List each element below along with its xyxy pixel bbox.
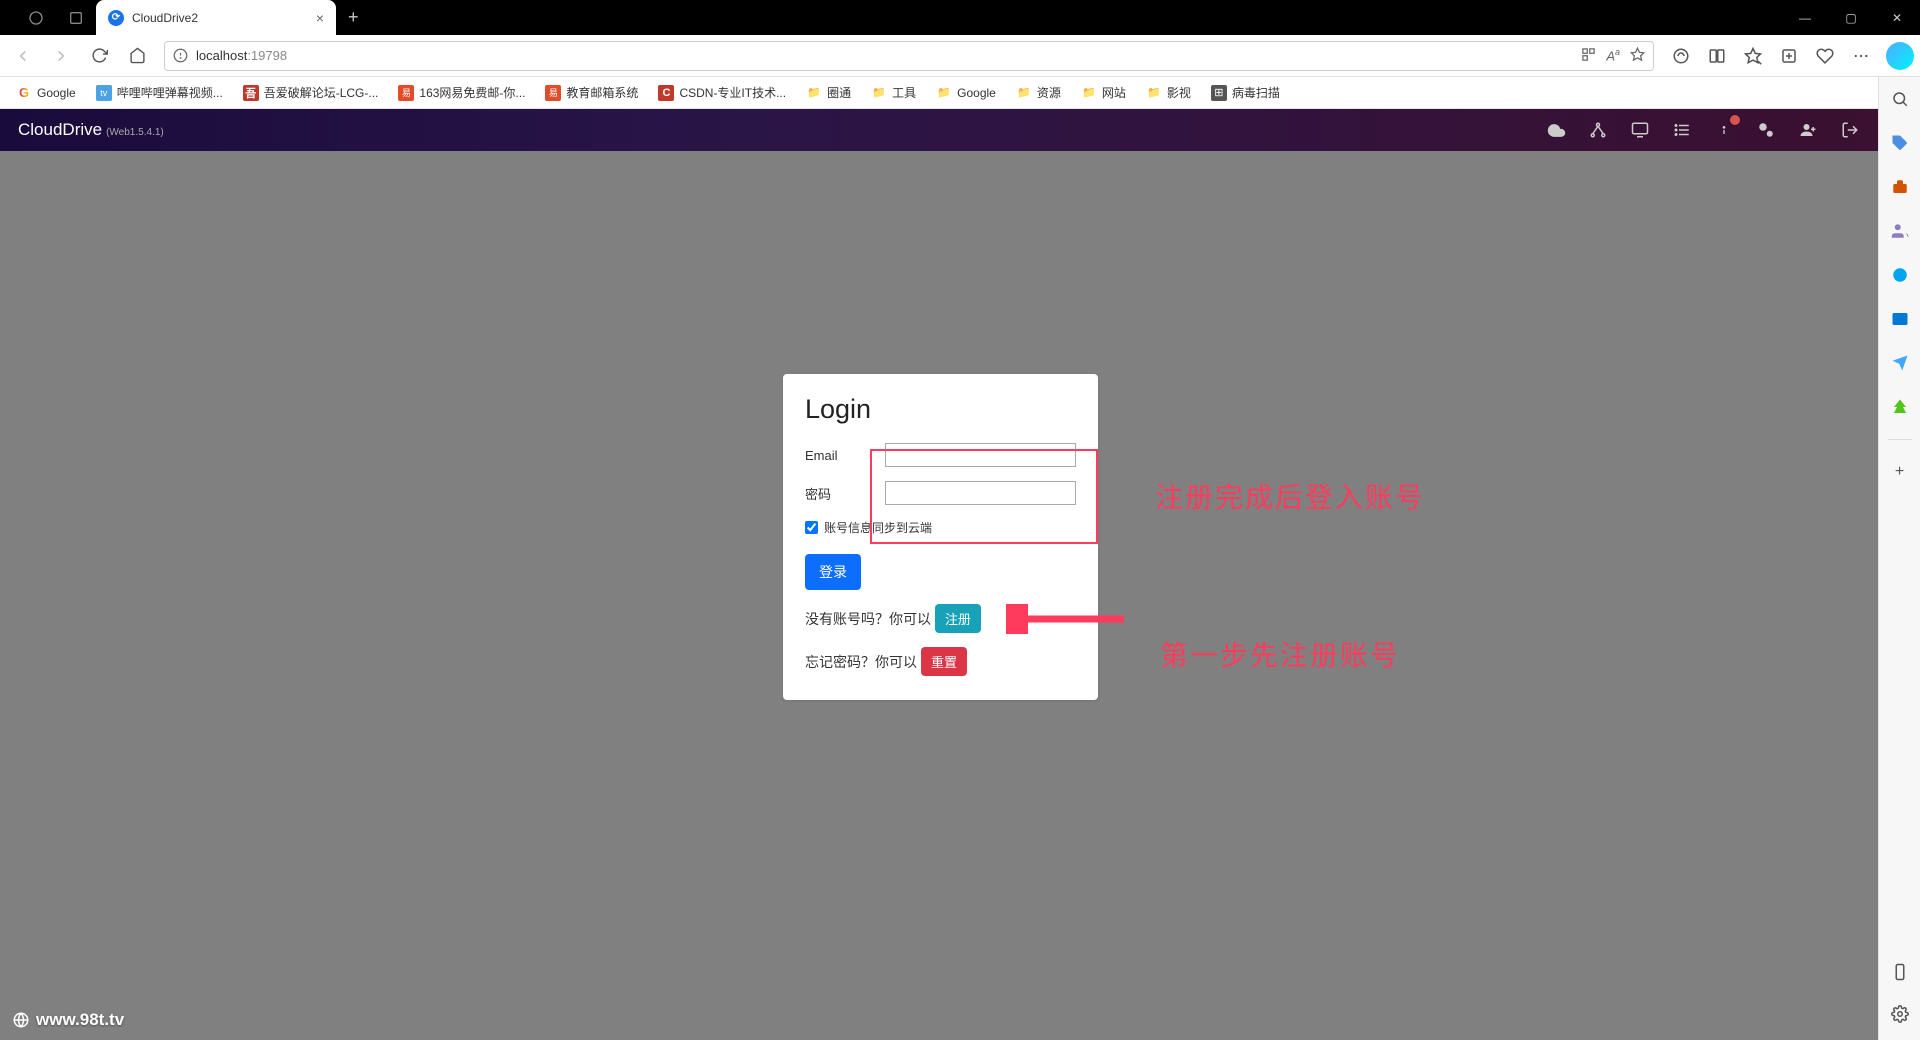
cloud-icon[interactable] — [1546, 120, 1566, 140]
menu-icon[interactable] — [1844, 39, 1878, 73]
csdn-icon: C — [658, 85, 674, 101]
collections-icon[interactable] — [1772, 39, 1806, 73]
no-account-text: 没有账号吗？你可以 — [805, 609, 931, 629]
copilot-sidebar-icon[interactable] — [1888, 263, 1912, 287]
toolbox-icon[interactable] — [1888, 175, 1912, 199]
folder-icon: 📁 — [806, 85, 822, 101]
login-button[interactable]: 登录 — [805, 554, 861, 590]
bookmark-item[interactable]: GGoogle — [10, 82, 82, 104]
app-brand: CloudDrive(Web1.5.4.1) — [18, 120, 164, 140]
back-button[interactable] — [6, 39, 40, 73]
site-icon: ⊞ — [1211, 85, 1227, 101]
bookmarks-bar: GGoogle tv哔哩哔哩弹幕视频... 吾吾爱破解论坛-LCG-... 易1… — [0, 77, 1920, 109]
bookmark-item[interactable]: 易教育邮箱系统 — [539, 81, 644, 104]
globe-icon — [12, 1011, 30, 1029]
extensions-icon[interactable] — [1664, 39, 1698, 73]
bookmark-item[interactable]: 📁Google — [930, 82, 1002, 104]
mobile-icon[interactable] — [1888, 960, 1912, 984]
annotation-arrow-icon — [1006, 604, 1126, 634]
site-icon: 易 — [398, 85, 414, 101]
site-icon: 易 — [545, 85, 561, 101]
send-icon[interactable] — [1888, 351, 1912, 375]
tab-inactive-1[interactable] — [16, 4, 56, 32]
folder-icon: 📁 — [871, 85, 887, 101]
reset-button[interactable]: 重置 — [921, 647, 967, 676]
app-viewport: CloudDrive(Web1.5.4.1) Login Email 密码 账号… — [0, 109, 1878, 1040]
tree-icon[interactable] — [1888, 395, 1912, 419]
bookmark-item[interactable]: 吾吾爱破解论坛-LCG-... — [237, 81, 385, 104]
forgot-password-text: 忘记密码？你可以 — [805, 652, 917, 672]
app-header: CloudDrive(Web1.5.4.1) — [0, 109, 1878, 151]
settings-icon[interactable] — [1888, 1002, 1912, 1026]
tab-title: CloudDrive2 — [132, 11, 308, 25]
search-icon[interactable] — [1888, 87, 1912, 111]
new-tab-button[interactable]: + — [336, 7, 371, 28]
window-maximize-button[interactable]: ▢ — [1828, 0, 1874, 35]
refresh-button[interactable] — [82, 39, 116, 73]
copilot-icon[interactable] — [1886, 42, 1914, 70]
gears-icon[interactable] — [1756, 120, 1776, 140]
url-text: localhost:19798 — [196, 48, 287, 63]
people-icon[interactable] — [1888, 219, 1912, 243]
site-info-icon[interactable] — [173, 48, 188, 63]
tab-inactive-2[interactable] — [56, 4, 96, 32]
home-button[interactable] — [120, 39, 154, 73]
sync-checkbox[interactable] — [805, 521, 818, 534]
bookmark-item[interactable]: 易163网易免费邮-你... — [392, 81, 531, 104]
monitor-icon[interactable] — [1630, 120, 1650, 140]
bookmark-item[interactable]: 📁影视 — [1140, 81, 1197, 104]
bookmark-item[interactable]: ⊞病毒扫描 — [1205, 81, 1286, 104]
forward-button[interactable] — [44, 39, 78, 73]
bookmark-item[interactable]: 📁资源 — [1010, 81, 1067, 104]
register-button[interactable]: 注册 — [935, 604, 981, 633]
bookmark-item[interactable]: 📁工具 — [865, 81, 922, 104]
bookmark-item[interactable]: 📁网站 — [1075, 81, 1132, 104]
browser-toolbar: localhost:19798 Aa — [0, 35, 1920, 77]
bookmark-item[interactable]: tv哔哩哔哩弹幕视频... — [90, 81, 229, 104]
text-size-icon[interactable]: Aa — [1606, 47, 1620, 63]
logout-icon[interactable] — [1840, 120, 1860, 140]
grid-icon[interactable] — [1581, 47, 1596, 63]
outlook-icon[interactable] — [1888, 307, 1912, 331]
tab-close-icon[interactable]: × — [316, 10, 324, 26]
performance-icon[interactable] — [1808, 39, 1842, 73]
window-close-button[interactable]: ✕ — [1874, 0, 1920, 35]
browser-titlebar: ⟳ CloudDrive2 × + — ▢ ✕ — [0, 0, 1920, 35]
annotation-text-1: 注册完成后登入账号 — [1155, 476, 1425, 516]
split-screen-icon[interactable] — [1700, 39, 1734, 73]
login-title: Login — [805, 394, 1076, 425]
tab-favicon-icon: ⟳ — [108, 10, 124, 26]
address-bar[interactable]: localhost:19798 Aa — [164, 41, 1654, 71]
bilibili-icon: tv — [96, 85, 112, 101]
google-icon: G — [16, 85, 32, 101]
favorite-star-icon[interactable] — [1630, 47, 1645, 63]
list-icon[interactable] — [1672, 120, 1692, 140]
annotation-text-2: 第一步先注册账号 — [1160, 634, 1400, 674]
bookmark-item[interactable]: CCSDN-专业IT技术... — [652, 81, 792, 104]
bookmark-item[interactable]: 📁圈通 — [800, 81, 857, 104]
favorites-icon[interactable] — [1736, 39, 1770, 73]
network-icon[interactable] — [1588, 120, 1608, 140]
add-sidebar-icon[interactable]: + — [1888, 460, 1912, 484]
folder-icon: 📁 — [1146, 85, 1162, 101]
tab-active[interactable]: ⟳ CloudDrive2 × — [96, 0, 336, 35]
tag-icon[interactable] — [1888, 131, 1912, 155]
watermark: www.98t.tv — [12, 1010, 124, 1030]
folder-icon: 📁 — [936, 85, 952, 101]
folder-icon: 📁 — [1081, 85, 1097, 101]
annotation-highlight-box — [870, 449, 1098, 544]
folder-icon: 📁 — [1016, 85, 1032, 101]
window-minimize-button[interactable]: — — [1782, 0, 1828, 35]
info-icon[interactable] — [1714, 120, 1734, 140]
add-user-icon[interactable] — [1798, 120, 1818, 140]
browser-sidebar: + — [1878, 77, 1920, 1040]
site-icon: 吾 — [243, 85, 259, 101]
